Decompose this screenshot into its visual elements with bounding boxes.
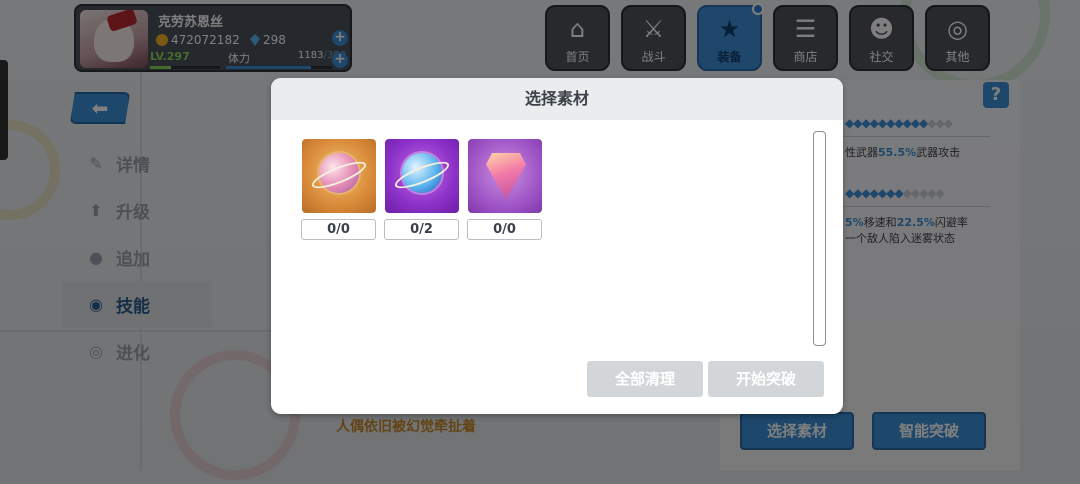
material-slot-purple-orb[interactable] bbox=[385, 139, 459, 213]
pink-gem-icon bbox=[486, 153, 526, 199]
dialog-title: 选择素材 bbox=[271, 78, 843, 120]
start-breakthrough-button[interactable]: 开始突破 bbox=[708, 361, 824, 397]
material-count: 0/2 bbox=[384, 219, 459, 240]
scrollbar[interactable] bbox=[813, 131, 826, 346]
material-slot-orange-orb[interactable] bbox=[302, 139, 376, 213]
clear-all-button[interactable]: 全部清理 bbox=[587, 361, 703, 397]
select-material-dialog: 选择素材 0/0 0/2 0/0 全部清理 开始突破 bbox=[271, 78, 843, 414]
material-slot-pink-gem[interactable] bbox=[468, 139, 542, 213]
material-count: 0/0 bbox=[467, 219, 542, 240]
material-count: 0/0 bbox=[301, 219, 376, 240]
